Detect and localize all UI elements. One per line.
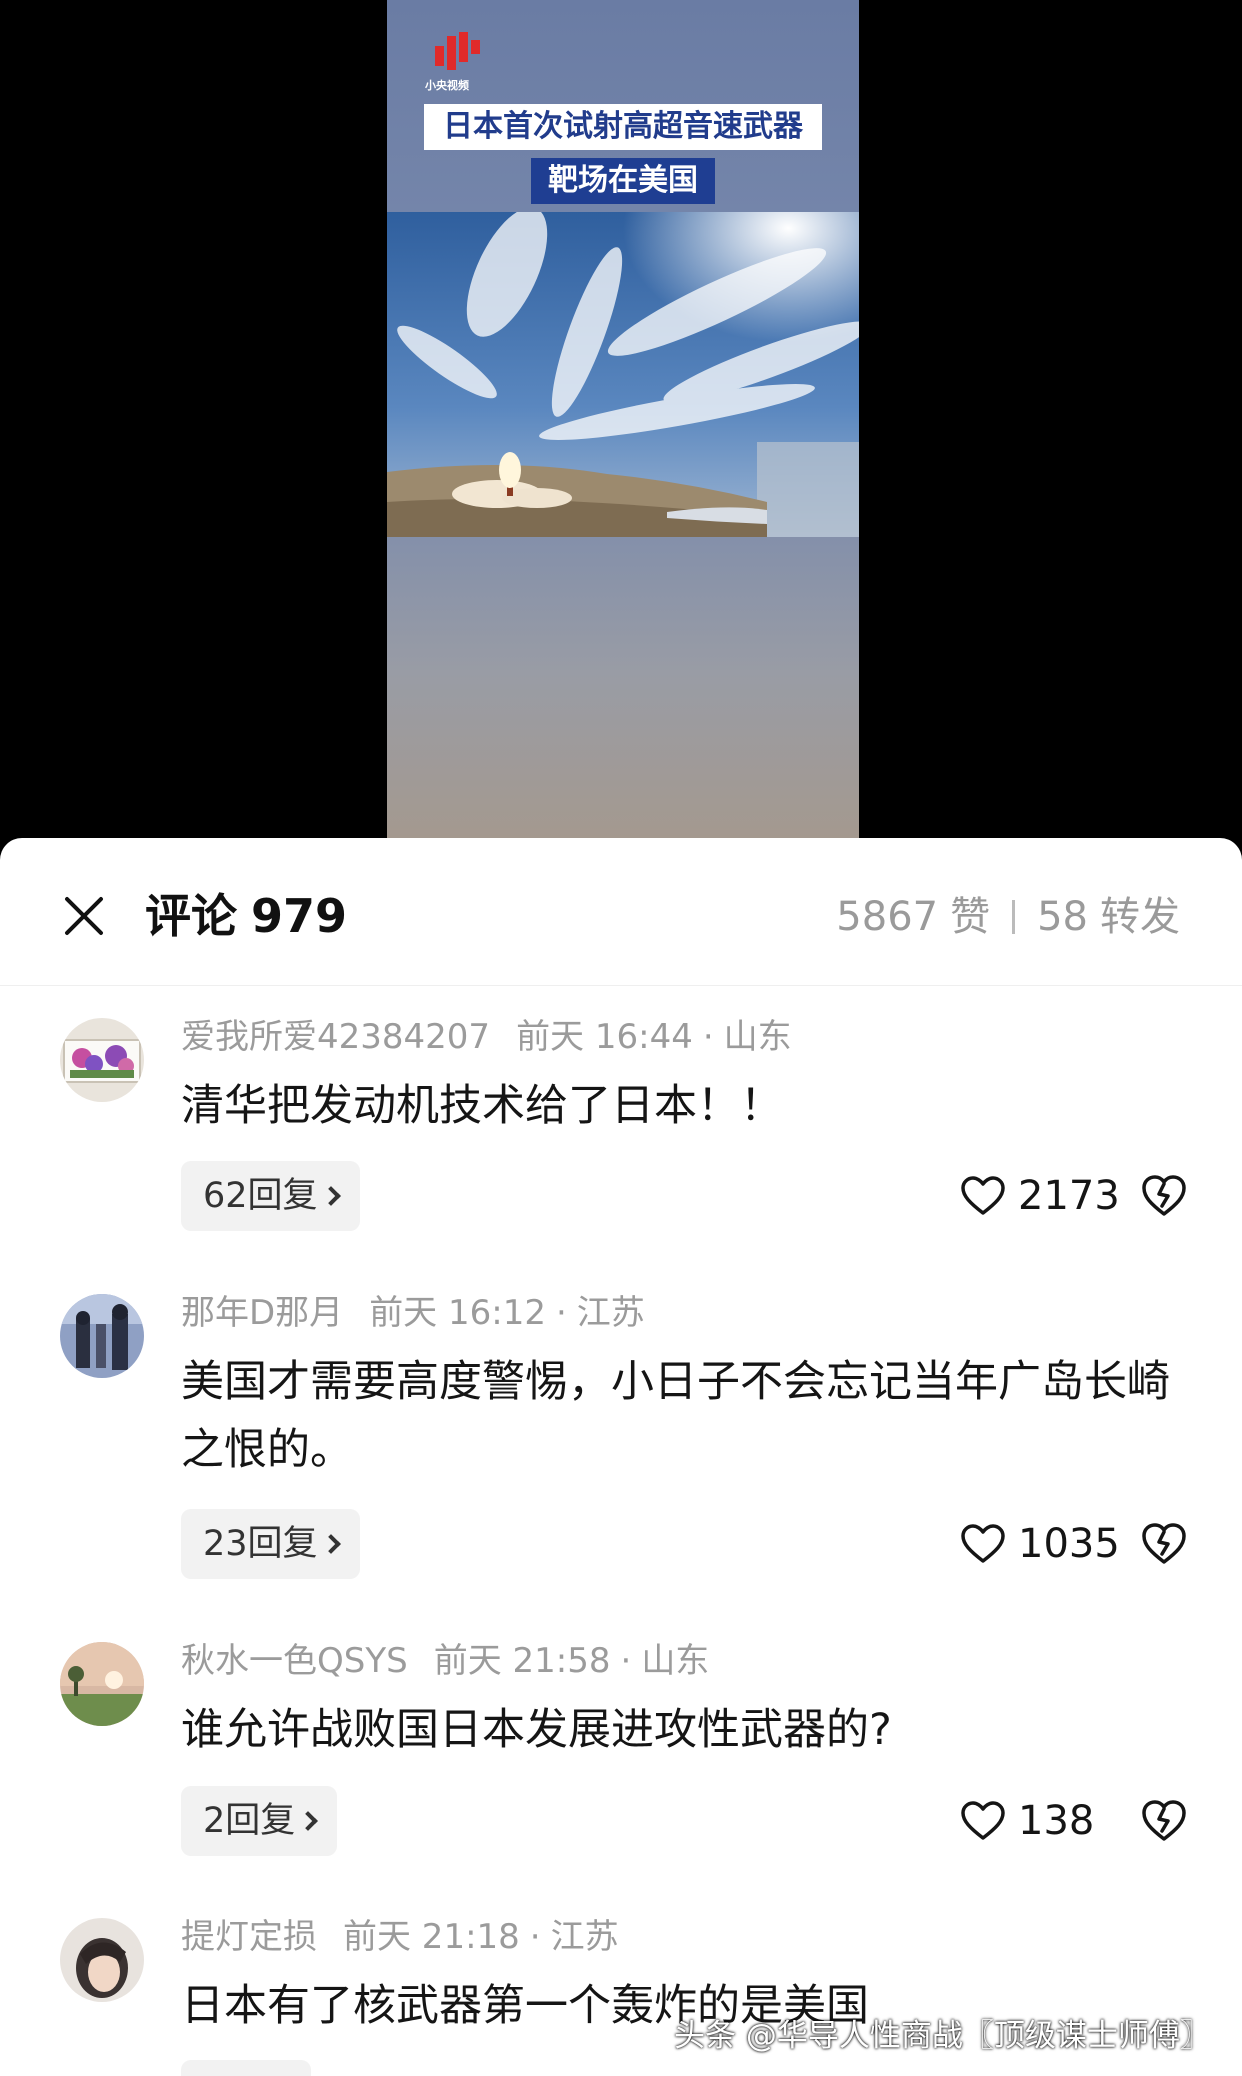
comment-location: 江苏 (576, 1293, 645, 1333)
comments-count: 979 (251, 889, 348, 943)
video-title-banner: 小央视频 日本首次试射高超音速武器 靶场在美国 (387, 0, 859, 212)
likes-total-label: 赞 (950, 894, 991, 940)
video-headline-line2: 靶场在美国 (531, 158, 715, 204)
video-background (387, 537, 859, 838)
comment-time: 前天 16:12 (369, 1293, 546, 1333)
like-button[interactable]: 1035 (960, 1514, 1120, 1574)
channel-logo-icon (435, 32, 480, 70)
comment-text[interactable]: 清华把发动机技术给了日本！！ (181, 1072, 1181, 1140)
comment-meta: 提灯定损 前天 21:18 · 江苏 (181, 1915, 619, 1959)
view-replies-button[interactable]: 62回复 (181, 1161, 360, 1231)
video-player[interactable]: 小央视频 日本首次试射高超音速武器 靶场在美国 (0, 0, 1242, 838)
comment-location: 山东 (723, 1017, 792, 1057)
view-replies-button[interactable]: 2回复 (181, 1786, 338, 1856)
chevron-right-icon (320, 1186, 341, 1206)
broken-heart-icon[interactable] (1140, 1520, 1188, 1566)
shares-total-label: 转发 (1100, 894, 1180, 940)
comment-username[interactable]: 爱我所爱42384207 (181, 1017, 490, 1057)
meta-separator: · (529, 1917, 541, 1957)
comment-location: 江苏 (550, 1917, 619, 1957)
comments-panel: 评论 979 5867 赞 58 转发 爱我所爱42384207 前天 16:44 · 山东 … (0, 838, 1242, 2076)
like-button[interactable]: 2173 (960, 1166, 1120, 1226)
broken-heart-icon[interactable] (1140, 1172, 1188, 1218)
like-count: 138 (1018, 1798, 1095, 1844)
avatar[interactable] (60, 1918, 144, 2002)
source-watermark: 头条 @华导人性商战〖顶级谋士师傅〗 (674, 2018, 1211, 2054)
meta-separator: · (620, 1641, 632, 1681)
channel-logo: 小央视频 (425, 32, 495, 92)
like-count: 1035 (1018, 1521, 1120, 1567)
comment-username[interactable]: 秋水一色QSYS (181, 1641, 408, 1681)
stats-divider (1012, 900, 1016, 934)
heart-icon (961, 1524, 1005, 1563)
close-icon[interactable] (56, 888, 112, 944)
comment-location: 山东 (641, 1641, 710, 1681)
view-replies-button-partial[interactable] (181, 2060, 311, 2076)
comment-username[interactable]: 提灯定损 (181, 1917, 317, 1957)
avatar[interactable] (60, 1642, 144, 1726)
comment-username[interactable]: 那年D那月 (181, 1293, 343, 1333)
comment-meta: 爱我所爱42384207 前天 16:44 · 山东 (181, 1015, 792, 1059)
avatar[interactable] (60, 1294, 144, 1378)
broken-heart-icon[interactable] (1140, 1797, 1188, 1843)
likes-total: 5867 (836, 894, 939, 940)
heart-icon (961, 1801, 1005, 1840)
video-headline-line1: 日本首次试射高超音速武器 (424, 104, 822, 150)
comments-title: 评论 979 (145, 886, 361, 946)
comment-meta: 那年D那月 前天 16:12 · 江苏 (181, 1291, 645, 1335)
comment-time: 前天 21:58 (433, 1641, 611, 1681)
channel-logo-text: 小央视频 (425, 79, 469, 92)
heart-icon (961, 1176, 1005, 1215)
avatar[interactable] (60, 1018, 144, 1102)
missile-launch-image (387, 212, 859, 537)
comment-text[interactable]: 谁允许战败国日本发展进攻性武器的? (181, 1696, 1181, 1764)
meta-separator: · (555, 1293, 567, 1333)
comments-title-label: 评论 (145, 889, 237, 943)
meta-separator: · (702, 1017, 714, 1057)
view-replies-button[interactable]: 23回复 (181, 1509, 360, 1579)
chevron-right-icon (298, 1811, 319, 1831)
comment-meta: 秋水一色QSYS 前天 21:58 · 山东 (181, 1639, 709, 1683)
video-frame[interactable]: 小央视频 日本首次试射高超音速武器 靶场在美国 (387, 0, 859, 838)
comment-time: 前天 21:18 (343, 1917, 520, 1957)
reply-count: 62回复 (203, 1176, 318, 1216)
reply-count: 23回复 (203, 1524, 318, 1564)
chevron-right-icon (320, 1534, 341, 1554)
comment-text[interactable]: 美国才需要高度警惕，小日子不会忘记当年广岛长崎之恨的。 (181, 1348, 1181, 1484)
comments-header: 评论 979 5867 赞 58 转发 (0, 838, 1242, 986)
comment-time: 前天 16:44 (516, 1017, 693, 1057)
like-button[interactable]: 138 (960, 1791, 1094, 1851)
reply-count: 2回复 (203, 1801, 296, 1841)
video-stats: 5867 赞 58 转发 (836, 890, 1180, 944)
like-count: 2173 (1018, 1173, 1120, 1219)
shares-total: 58 (1037, 894, 1088, 940)
